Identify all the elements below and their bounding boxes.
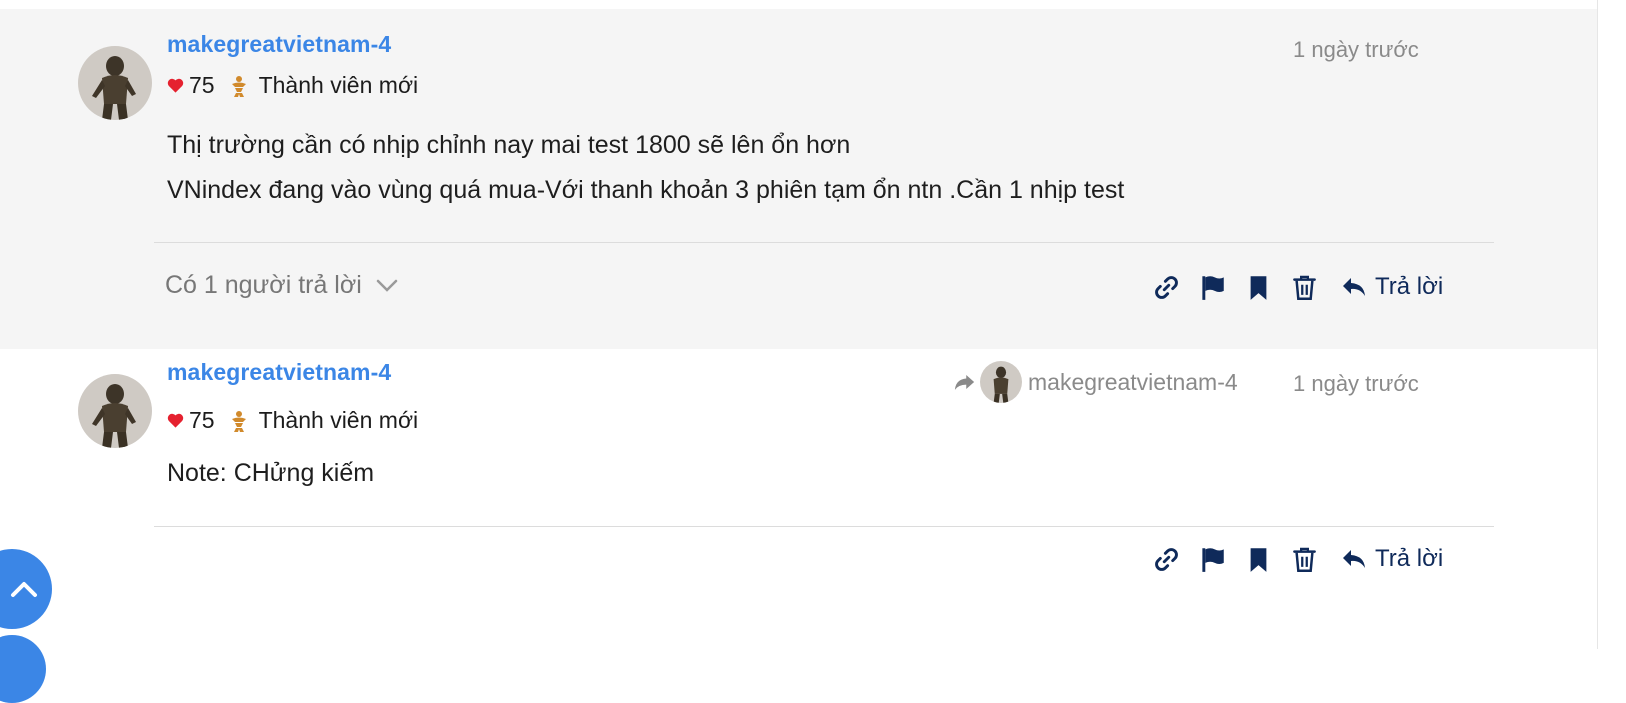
- replies-count-label: Có 1 người trả lời: [165, 271, 362, 299]
- scrollbar[interactable]: [1597, 0, 1626, 649]
- comment-actions: Trả lời: [1153, 545, 1443, 573]
- comment-line: VNindex đang vào vùng quá mua-Với thanh …: [167, 176, 1125, 204]
- share-icon: [954, 375, 975, 390]
- reply-button[interactable]: Trả lời: [1341, 545, 1443, 573]
- member-rank: Thành viên mới: [258, 407, 419, 433]
- flag-icon: [1202, 547, 1224, 572]
- comment-content: Thị trường cần có nhịp chỉnh nay mai tes…: [167, 123, 1124, 213]
- reply-to-username: makegreatvietnam-4: [1028, 368, 1238, 395]
- timestamp: 1 ngày trước: [1293, 37, 1419, 62]
- reply-to-info[interactable]: makegreatvietnam-4: [954, 361, 1238, 403]
- heart-icon: [167, 78, 184, 93]
- like-count: 75: [189, 407, 215, 433]
- link-icon: [1155, 547, 1178, 571]
- reply-label: Trả lời: [1375, 545, 1444, 572]
- like-count: 75: [189, 72, 215, 98]
- avatar[interactable]: [78, 374, 152, 448]
- comment-actions: Trả lời: [1153, 273, 1443, 301]
- avatar-image: [78, 46, 152, 120]
- bookmark-button[interactable]: [1245, 274, 1272, 301]
- bookmark-icon: [1250, 275, 1267, 300]
- replies-toggle[interactable]: Có 1 người trả lời: [165, 271, 398, 300]
- member-rank: Thành viên mới: [258, 72, 419, 98]
- rank-badge-icon: [231, 75, 246, 97]
- scroll-up-icon: [11, 582, 37, 597]
- divider: [154, 526, 1494, 527]
- reply-icon: [1343, 278, 1365, 296]
- flag-icon: [1202, 275, 1224, 300]
- copy-link-button[interactable]: [1153, 274, 1180, 301]
- link-icon: [1155, 275, 1178, 299]
- avatar-image: [78, 374, 152, 448]
- avatar[interactable]: [78, 46, 152, 120]
- bookmark-button[interactable]: [1245, 546, 1272, 573]
- divider: [154, 242, 1494, 243]
- author-link[interactable]: makegreatvietnam-4: [167, 359, 391, 386]
- delete-button[interactable]: [1291, 546, 1318, 573]
- copy-link-button[interactable]: [1153, 546, 1180, 573]
- timestamp: 1 ngày trước: [1293, 371, 1419, 396]
- rank-badge-icon: [231, 410, 246, 432]
- author-link[interactable]: makegreatvietnam-4: [167, 31, 391, 58]
- reply-label: Trả lời: [1375, 273, 1444, 300]
- comment-line: Note: CHửng kiếm: [167, 459, 375, 487]
- delete-button[interactable]: [1291, 274, 1318, 301]
- reply-icon: [1343, 550, 1365, 568]
- user-meta: 75 Thành viên mới: [167, 407, 418, 434]
- bookmark-icon: [1250, 547, 1267, 572]
- reply-button[interactable]: Trả lời: [1341, 273, 1443, 301]
- trash-icon: [1293, 547, 1316, 572]
- report-button[interactable]: [1199, 546, 1226, 573]
- comment-content: Note: CHửng kiếm: [167, 451, 374, 496]
- heart-icon: [167, 413, 184, 428]
- report-button[interactable]: [1199, 274, 1226, 301]
- avatar-image: [980, 361, 1022, 403]
- comment-line: Thị trường cần có nhịp chỉnh nay mai tes…: [167, 131, 851, 159]
- reply-to-avatar: [980, 361, 1022, 403]
- chevron-down-icon: [376, 279, 398, 292]
- trash-icon: [1293, 275, 1316, 300]
- top-strip: [0, 0, 1598, 9]
- user-meta: 75 Thành viên mới: [167, 72, 418, 99]
